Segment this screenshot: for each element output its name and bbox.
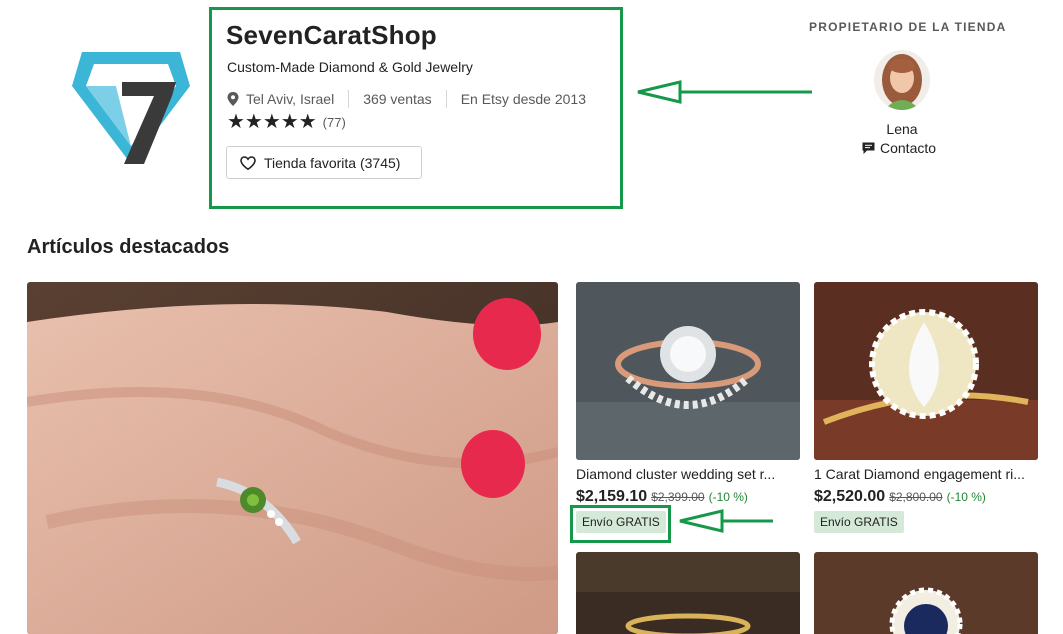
price-row-2: $2,520.00 $2,800.00 (-10 %) — [814, 488, 986, 506]
free-shipping-badge-2: Envío GRATIS — [814, 511, 904, 533]
location-pin-icon — [227, 92, 239, 106]
product-price-2: $2,520.00 — [814, 488, 886, 505]
price-row-1: $2,159.10 $2,399.00 (-10 %) — [576, 488, 748, 506]
annotation-arrow-icon — [637, 80, 812, 104]
product-image-2[interactable] — [814, 282, 1038, 460]
product-old-price-1: $2,399.00 — [651, 490, 705, 504]
product-image-4[interactable] — [814, 552, 1038, 634]
annotation-highlight-box — [570, 505, 671, 543]
favorite-shop-button[interactable]: Tienda favorita (3745) — [226, 146, 422, 179]
divider — [445, 90, 447, 108]
shop-logo — [72, 52, 190, 164]
owner-name[interactable]: Lena — [860, 121, 944, 137]
contact-button[interactable]: Contacto — [862, 140, 936, 156]
shop-rating[interactable]: ★★★★★ (77) — [227, 112, 346, 132]
product-title-2[interactable]: 1 Carat Diamond engagement ri... — [814, 466, 1044, 482]
annotation-arrow-icon — [679, 509, 773, 533]
owner-heading: PROPIETARIO DE LA TIENDA — [809, 20, 1007, 34]
product-old-price-2: $2,800.00 — [889, 490, 943, 504]
product-discount-2: (-10 %) — [946, 490, 986, 504]
product-title-1[interactable]: Diamond cluster wedding set r... — [576, 466, 806, 482]
shop-tagline: Custom-Made Diamond & Gold Jewelry — [227, 59, 473, 75]
contact-label: Contacto — [880, 140, 937, 156]
divider — [348, 90, 350, 108]
product-price-1: $2,159.10 — [576, 488, 648, 505]
message-icon — [862, 142, 875, 154]
heart-icon — [240, 155, 256, 170]
star-rating-icon: ★★★★★ — [227, 111, 317, 133]
section-title-featured: Artículos destacados — [27, 236, 230, 258]
shop-name: SevenCaratShop — [226, 20, 437, 50]
shop-sales[interactable]: 369 ventas — [363, 91, 432, 107]
featured-image-main[interactable] — [27, 282, 558, 634]
shop-meta: Tel Aviv, Israel 369 ventas En Etsy desd… — [227, 89, 586, 109]
shop-since: En Etsy desde 2013 — [460, 91, 586, 107]
product-discount-1: (-10 %) — [708, 490, 748, 504]
product-image-1[interactable] — [576, 282, 800, 460]
rating-count[interactable]: (77) — [323, 115, 346, 130]
product-image-3[interactable] — [576, 552, 800, 634]
shop-location: Tel Aviv, Israel — [246, 91, 335, 107]
owner-avatar[interactable] — [874, 50, 930, 110]
favorite-shop-label: Tienda favorita (3745) — [264, 154, 401, 171]
